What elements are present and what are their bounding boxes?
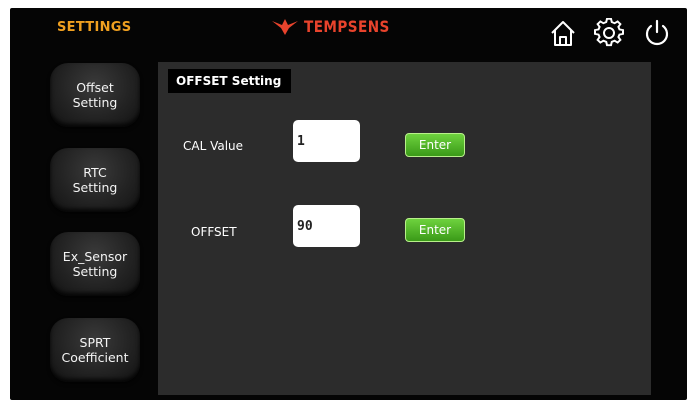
gear-icon[interactable] [594,18,624,48]
device-screen: SETTINGS TEMPSENS Offset Setting RTC Set… [10,8,687,400]
sidebar-item-rtc-setting[interactable]: RTC Setting [50,148,140,212]
sidebar-item-sprt-coefficient[interactable]: SPRT Coefficient [50,318,140,382]
offset-setting-panel: OFFSET Setting CAL Value 1 Enter OFFSET … [158,62,651,395]
offset-label: OFFSET [191,225,237,239]
sidebar-item-offset-setting[interactable]: Offset Setting [50,63,140,127]
brand-name: TEMPSENS [304,17,390,36]
brand-logo: TEMPSENS [272,17,405,36]
offset-enter-button[interactable]: Enter [405,218,465,242]
tempsens-logo-icon [272,18,298,35]
cal-value-label: CAL Value [183,139,244,153]
home-icon[interactable] [548,18,578,48]
cal-value-field[interactable]: 1 [293,120,360,162]
cal-value-enter-button[interactable]: Enter [405,133,465,157]
page-title: SETTINGS [57,20,132,35]
sidebar-item-ex-sensor-setting[interactable]: Ex_Sensor Setting [50,232,140,296]
panel-title: OFFSET Setting [168,69,292,93]
offset-field[interactable]: 90 [293,205,360,247]
power-icon[interactable] [642,18,672,48]
